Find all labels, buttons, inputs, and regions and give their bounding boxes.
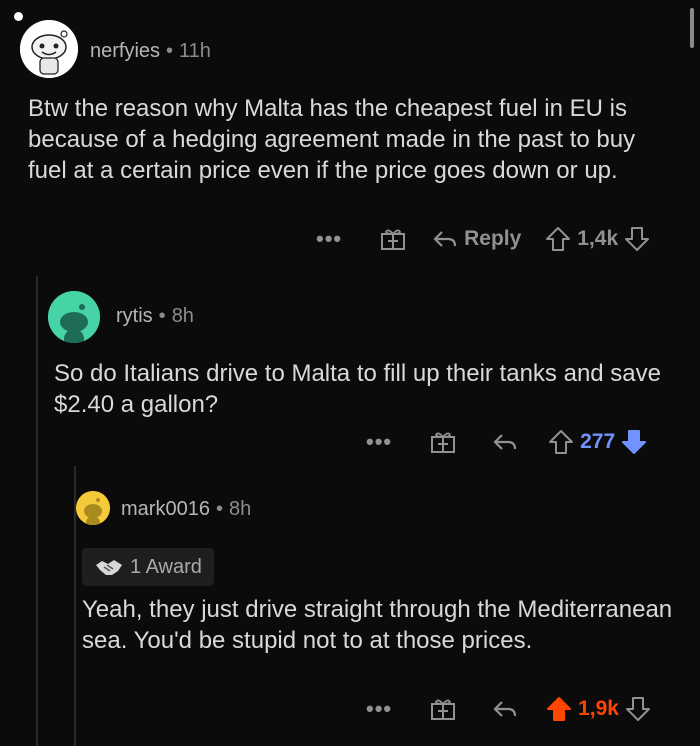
gift-icon [431,699,456,720]
comment-actions: ••• 277 [366,425,647,459]
scrollbar[interactable] [690,8,694,48]
snoo-avatar-icon [20,20,78,78]
avatar[interactable] [76,491,110,525]
upvote-icon[interactable] [545,226,571,252]
award-button[interactable] [380,227,406,251]
reply-icon [433,231,457,247]
award-badge[interactable]: 1 Award [82,548,214,586]
snoo-avatar-icon [48,291,100,343]
reply-icon [493,701,517,717]
separator: • [166,40,174,62]
comment-actions: ••• 1,9k [366,692,651,726]
username[interactable]: rytis [116,305,153,327]
reply-button[interactable] [492,698,518,720]
avatar[interactable] [48,291,100,343]
reply-button[interactable]: Reply [432,227,521,251]
gift-icon [431,432,456,453]
downvote-icon[interactable] [625,696,651,722]
vote-count: 277 [580,430,616,453]
separator: • [215,498,223,520]
more-options-button[interactable]: ••• [316,226,342,252]
upvote-active-icon[interactable] [546,696,572,722]
handshake-award-icon [96,560,122,575]
more-options-button[interactable]: ••• [366,696,392,722]
reply-label: Reply [464,227,522,250]
comment-header: nerfyies • 11h [90,40,211,63]
comment-body: So do Italians drive to Malta to fill up… [54,360,661,418]
vote-controls: 1,9k [546,696,651,722]
timestamp: 8h [171,305,194,327]
reply-button[interactable] [492,431,518,453]
award-button[interactable] [430,430,456,454]
vote-count: 1,9k [578,697,619,720]
upvote-icon[interactable] [548,429,574,455]
separator: • [158,305,166,327]
award-label: 1 Award [130,555,202,578]
more-options-button[interactable]: ••• [366,429,392,455]
username[interactable]: mark0016 [121,498,210,520]
comment-header: mark0016 • 8h [121,498,251,521]
comment-actions: ••• Reply 1,4k [316,222,650,256]
timestamp: 11h [179,40,211,62]
comment-header: rytis • 8h [116,305,194,328]
vote-controls: 1,4k [545,226,650,252]
avatar[interactable] [20,20,78,78]
downvote-active-icon[interactable] [621,429,647,455]
comment-body: Btw the reason why Malta has the cheapes… [28,95,636,184]
snoo-avatar-icon [76,491,110,525]
thread-line[interactable] [36,276,38,746]
timestamp: 8h [228,498,252,520]
vote-count: 1,4k [577,227,619,250]
reply-icon [493,434,517,450]
online-indicator [14,12,23,21]
username[interactable]: nerfyies [90,40,160,62]
downvote-icon[interactable] [624,226,650,252]
gift-icon [381,229,406,250]
comment-body: Yeah, they just drive straight through t… [82,596,673,654]
award-button[interactable] [430,697,456,721]
vote-controls: 277 [548,429,647,455]
